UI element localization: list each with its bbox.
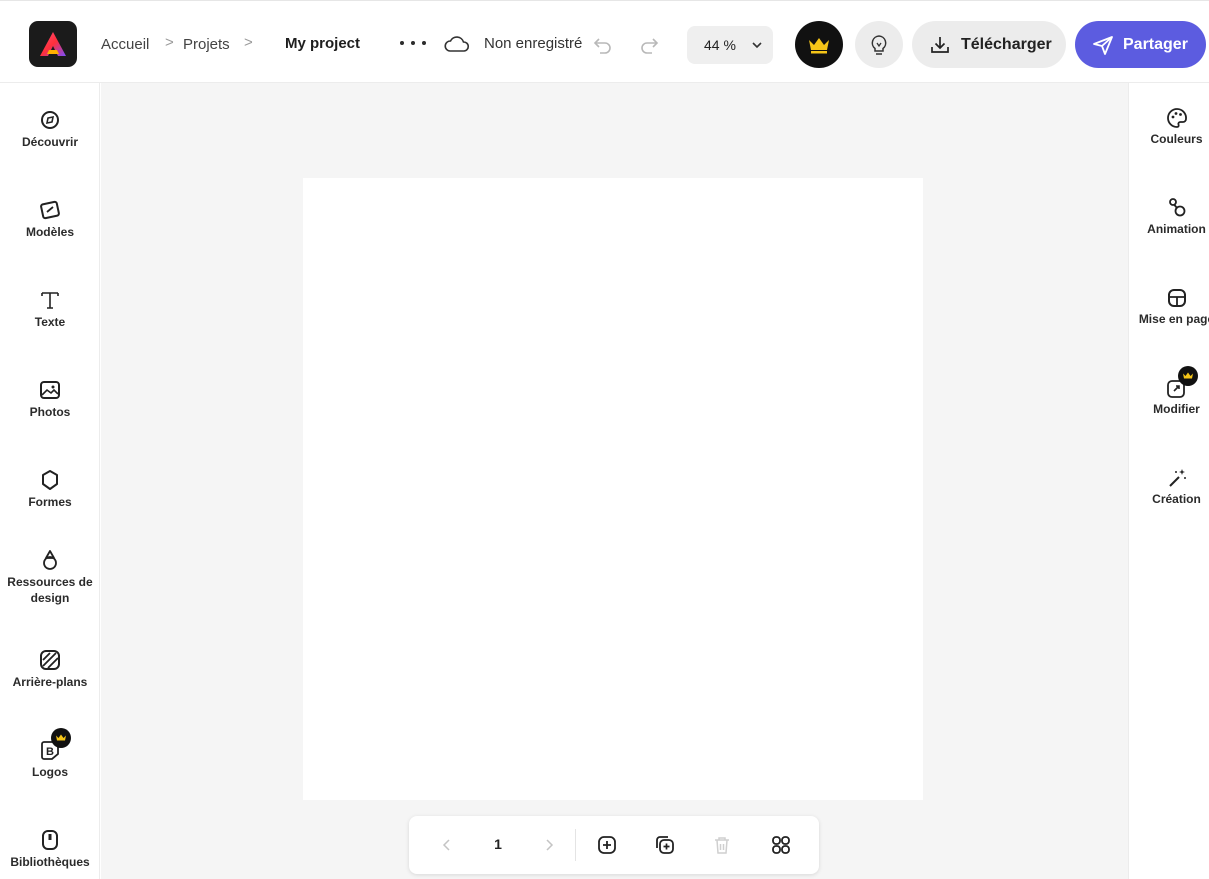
dot [411,41,415,45]
photos-icon [40,381,60,399]
sidebar-item-templates[interactable]: Modèles [0,198,100,240]
sidebar-item-label: Arrière-plans [12,675,88,689]
panel-item-colors[interactable]: Couleurs [1129,106,1209,147]
cloud-icon [444,36,470,52]
crown-icon [1182,372,1193,379]
premium-button[interactable] [795,21,843,68]
canvas-workspace[interactable] [101,83,1128,879]
compass-icon [41,111,59,129]
sidebar-item-label: Modèles [25,225,74,239]
lightbulb-icon [871,34,887,55]
duplicate-page-icon [656,836,674,854]
delete-page-button[interactable] [710,833,734,857]
add-page-icon [598,836,616,854]
save-status: Non enregistré [484,35,583,52]
layout-icon [1167,289,1186,307]
libraries-icon [42,830,58,850]
grid-view-icon [772,836,790,854]
panel-item-resize[interactable]: Modifier [1129,366,1209,417]
artboard[interactable] [303,178,923,800]
panel-item-label: Création [1152,492,1201,506]
panel-item-layout[interactable]: Mise en page [1129,286,1209,327]
crown-icon [809,37,829,53]
sidebar-item-discover[interactable]: Découvrir [0,108,100,150]
panel-item-label: Modifier [1153,402,1200,416]
share-button[interactable]: Partager [1075,21,1206,68]
breadcrumb-projects[interactable]: Projets [183,36,230,54]
duplicate-page-button[interactable] [653,833,677,857]
page-toolbar: 1 [409,816,819,874]
panel-item-generate[interactable]: Création [1129,466,1209,507]
design-assets-icon [43,550,57,570]
sidebar-item-backgrounds[interactable]: Arrière-plans [0,648,100,690]
templates-icon [40,200,60,220]
previous-page-button[interactable] [435,833,459,857]
breadcrumb-separator: > [165,34,174,51]
send-icon [1093,35,1113,55]
download-button[interactable]: Télécharger [912,21,1066,68]
chevron-down-icon [752,42,762,49]
sidebar-item-label: Formes [28,495,72,509]
share-label: Partager [1123,35,1188,53]
top-bar: Accueil > Projets > My project Non enreg… [0,0,1209,83]
panel-item-label: Animation [1147,222,1206,236]
crown-icon [56,734,66,741]
sidebar-item-logos[interactable]: B Logos [0,728,100,780]
sidebar-item-libraries[interactable]: Bibliothèques [0,828,100,870]
sidebar-item-label: Photos [29,405,71,419]
panel-item-animation[interactable]: Animation [1129,196,1209,237]
panel-item-label: Couleurs [1150,132,1203,146]
undo-icon[interactable] [591,33,615,57]
inspiration-button[interactable] [855,21,903,68]
shapes-icon [42,470,58,490]
download-icon [931,36,949,53]
dot [422,41,426,45]
svg-text:B: B [46,746,54,758]
sidebar-item-label: Logos [32,765,68,779]
download-label: Télécharger [961,35,1052,53]
sidebar-item-design-assets[interactable]: Ressources de design [0,548,100,606]
sidebar-item-label: Ressources de design [7,575,93,605]
zoom-select[interactable]: 44 % [687,26,773,64]
grid-view-button[interactable] [769,833,793,857]
redo-icon[interactable] [637,33,661,57]
premium-badge [51,728,71,748]
breadcrumb-separator: > [244,34,253,51]
backgrounds-icon [40,650,60,670]
adobe-express-logo-icon [40,32,66,56]
sidebar-item-photos[interactable]: Photos [0,378,100,420]
premium-badge [1177,366,1198,386]
sidebar-item-label: Découvrir [21,135,79,149]
app-logo[interactable] [29,21,77,67]
breadcrumb-home[interactable]: Accueil [101,36,149,54]
chevron-left-icon [442,839,450,851]
project-title[interactable]: My project [285,35,360,53]
current-page-number: 1 [494,836,502,852]
trash-icon [715,837,729,854]
chevron-right-icon [546,839,554,851]
zoom-value: 44 % [704,37,736,53]
sidebar-item-shapes[interactable]: Formes [0,468,100,510]
palette-icon [1166,108,1187,128]
magic-wand-icon [1168,469,1186,487]
animation-icon [1168,198,1185,217]
sidebar-item-text[interactable]: Texte [0,288,100,330]
dot [400,41,404,45]
logos-icon-wrap: B [38,728,71,762]
resize-icon-wrap [1165,366,1198,400]
more-options-button[interactable] [400,31,426,55]
sidebar-item-label: Texte [34,315,66,329]
text-icon [41,292,59,309]
toolbar-divider [575,829,576,861]
left-sidebar: Découvrir Modèles Texte Photos Formes Re… [0,83,100,879]
right-sidebar: Couleurs Animation Mise en page Modifier… [1128,83,1209,879]
sidebar-item-label: Bibliothèques [10,855,90,869]
panel-item-label: Mise en page [1138,312,1209,326]
next-page-button[interactable] [537,833,561,857]
add-page-button[interactable] [595,833,619,857]
